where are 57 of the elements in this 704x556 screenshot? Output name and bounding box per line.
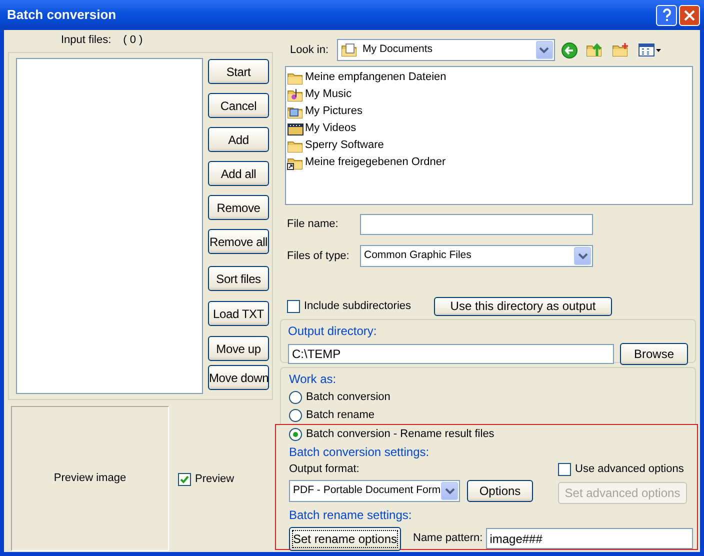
documents-folder-icon (340, 42, 359, 58)
side-button[interactable]: Cancel (208, 93, 269, 118)
browse-button[interactable]: Browse (620, 343, 688, 365)
output-format-combo[interactable]: PDF - Portable Document Form (289, 480, 460, 502)
side-button[interactable]: Remove (208, 195, 269, 220)
use-directory-button[interactable]: Use this directory as output (434, 296, 612, 316)
radio-option[interactable]: Batch conversion (289, 388, 695, 406)
rename-settings-legend: Batch rename settings: (289, 506, 693, 524)
look-in-combo[interactable]: My Documents (336, 39, 555, 61)
help-button[interactable] (656, 4, 677, 26)
close-icon (684, 10, 695, 20)
side-button[interactable]: Sort files (208, 266, 269, 291)
folder-item[interactable]: Meine empfangenen Dateien (287, 69, 691, 86)
input-file-list[interactable] (16, 58, 203, 394)
radio-option[interactable]: Batch rename (289, 406, 695, 424)
file-type-label: Files of type: (287, 248, 350, 264)
view-menu-icon[interactable] (638, 42, 662, 58)
file-name-field[interactable] (360, 214, 593, 235)
rename-options-button[interactable]: Set rename options (289, 526, 401, 550)
side-button[interactable]: Load TXT (208, 301, 269, 326)
close-button[interactable] (679, 4, 700, 26)
side-button[interactable]: Move down (208, 365, 269, 390)
folder-item[interactable]: My Videos (287, 120, 691, 137)
name-pattern-label: Name pattern: (413, 531, 483, 546)
include-subdirectories-checkbox[interactable]: Include subdirectories (287, 298, 434, 314)
output-format-label: Output format: (289, 462, 360, 477)
window-title: Batch conversion (7, 6, 118, 24)
input-files-label: Input files: (61, 32, 112, 48)
advanced-options-checkbox[interactable]: Use advanced options (558, 461, 687, 478)
side-button[interactable]: Remove all (208, 229, 269, 254)
input-files-count: ( 0 ) (123, 32, 143, 48)
output-directory-legend: Output directory: (288, 322, 688, 340)
side-button[interactable]: Add (208, 127, 269, 152)
side-button[interactable]: Move up (208, 336, 269, 361)
file-type-combo[interactable]: Common Graphic Files (360, 245, 593, 267)
name-pattern-field[interactable]: image### (486, 528, 693, 549)
output-directory-field[interactable]: C:\TEMP (288, 344, 614, 364)
check-icon (180, 475, 189, 484)
folder-item[interactable]: My Music (287, 86, 691, 103)
look-in-label: Look in: (290, 42, 329, 58)
work-as-legend: Work as: (289, 370, 695, 388)
conversion-settings-legend: Batch conversion settings: (289, 443, 693, 461)
side-button[interactable]: Start (208, 59, 269, 84)
radio-option[interactable]: Batch conversion - Rename result files (289, 425, 693, 443)
preview-checkbox[interactable]: Preview (178, 471, 234, 488)
new-folder-icon[interactable] (612, 42, 630, 58)
folder-item[interactable]: Sperry Software (287, 137, 691, 154)
up-folder-icon[interactable] (586, 42, 604, 58)
file-name-label: File name: (287, 217, 340, 232)
side-button[interactable]: Add all (208, 161, 269, 186)
options-button[interactable]: Options (467, 480, 533, 502)
question-mark-icon (662, 8, 672, 22)
preview-text: Preview image (54, 471, 126, 486)
folder-item[interactable]: My Pictures (287, 103, 691, 120)
folder-item[interactable]: Meine freigegebenen Ordner (287, 154, 691, 171)
music-folder-icon (287, 86, 304, 102)
back-icon[interactable] (560, 42, 578, 58)
